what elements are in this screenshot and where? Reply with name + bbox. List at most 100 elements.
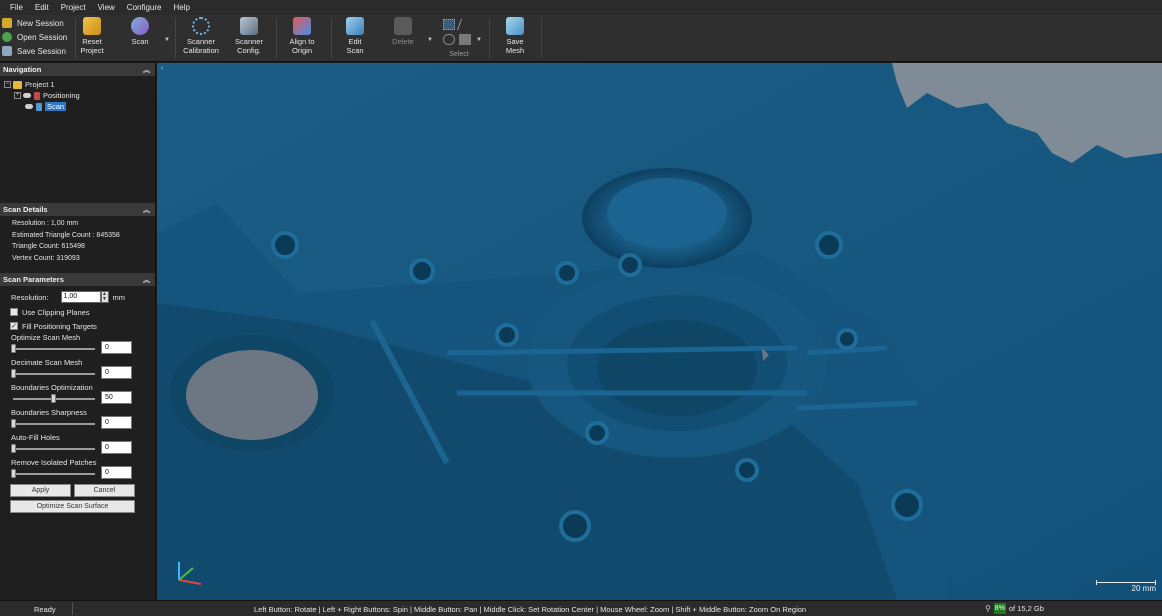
- collapse-navigation-icon[interactable]: ︽: [143, 65, 150, 75]
- memory-indicator: ⚲ 8% of 15,2 Gb: [985, 603, 1044, 614]
- reset-project-button[interactable]: Reset Project: [67, 17, 117, 59]
- resolution-input[interactable]: 1,00: [60, 291, 101, 303]
- project-icon: [13, 80, 22, 89]
- scanner-calibration-button[interactable]: Scanner Calibration: [176, 17, 226, 59]
- align-origin-icon: [293, 17, 311, 35]
- slider-thumb[interactable]: [11, 344, 16, 353]
- slider-track[interactable]: [13, 348, 95, 350]
- boundaries-sharpness-value[interactable]: 0: [101, 416, 132, 429]
- remove-isolated-patches-value[interactable]: 0: [101, 466, 132, 479]
- slider-track[interactable]: [13, 423, 95, 425]
- scan-dropdown-caret-icon[interactable]: ▼: [164, 37, 170, 43]
- scanner-calibration-label-1: Scanner: [187, 37, 215, 46]
- scan-parameters-header[interactable]: Scan Parameters ︽: [0, 273, 155, 286]
- resolution-spinner[interactable]: ▲ ▼: [100, 291, 109, 303]
- freeform-select-icon[interactable]: [443, 34, 455, 45]
- auto-fill-holes-value[interactable]: 0: [101, 441, 132, 454]
- tree-item-scan[interactable]: Scan: [25, 101, 67, 112]
- apply-button[interactable]: Apply: [10, 484, 71, 497]
- menu-project[interactable]: Project: [55, 0, 92, 15]
- scan-details-title: Scan Details: [3, 205, 48, 214]
- scan-details-header[interactable]: Scan Details ︽: [0, 203, 155, 216]
- slider-track[interactable]: [13, 473, 95, 475]
- new-session-button[interactable]: New Session: [2, 16, 72, 30]
- apply-cancel-row: Apply Cancel: [0, 483, 155, 500]
- rectangle-select-icon[interactable]: [443, 19, 455, 30]
- cancel-button[interactable]: Cancel: [74, 484, 135, 497]
- slider-thumb[interactable]: [11, 369, 16, 378]
- slider-thumb[interactable]: [11, 469, 16, 478]
- 3d-viewport[interactable]: ‹ 20 mm: [157, 63, 1162, 600]
- select-dropdown-caret-icon[interactable]: ▼: [476, 37, 482, 43]
- slider-thumb[interactable]: [11, 444, 16, 453]
- menu-view[interactable]: View: [92, 0, 121, 15]
- scan-details-body: Resolution : 1,00 mm Estimated Triangle …: [0, 216, 155, 273]
- memory-icon: ⚲: [985, 604, 991, 613]
- vertex-count: Vertex Count: 319093: [12, 254, 80, 262]
- scanner-calibration-label-2: Calibration: [183, 46, 219, 55]
- optimize-row: Optimize Scan Surface: [0, 500, 155, 517]
- resolution-label: Resolution:: [11, 292, 49, 302]
- layer-select-icon[interactable]: [459, 34, 471, 45]
- optimize-scan-mesh-value[interactable]: 0: [101, 341, 132, 354]
- save-mesh-label-1: Save: [506, 37, 524, 46]
- scanned-mesh[interactable]: [157, 63, 1162, 600]
- menu-edit[interactable]: Edit: [29, 0, 55, 15]
- slider-thumb[interactable]: [11, 419, 16, 428]
- menu-file[interactable]: File: [4, 0, 29, 15]
- fill-targets-row[interactable]: ✓ Fill Positioning Targets: [0, 319, 155, 333]
- fill-positioning-targets-checkbox[interactable]: ✓: [10, 322, 18, 330]
- estimated-triangle-count: Estimated Triangle Count : 845358: [12, 231, 120, 239]
- viewport-collapse-icon[interactable]: ‹: [161, 65, 163, 72]
- use-clipping-planes-checkbox[interactable]: [10, 308, 18, 316]
- slider-track[interactable]: [13, 373, 95, 375]
- status-bar: Ready Left Button: Rotate | Left + Right…: [0, 600, 1162, 616]
- use-clipping-planes-row[interactable]: Use Clipping Planes: [0, 305, 155, 319]
- mouse-controls-hint: Left Button: Rotate | Left + Right Butto…: [254, 605, 807, 614]
- save-mesh-button[interactable]: Save Mesh: [490, 17, 540, 59]
- expand-positioning-icon[interactable]: +: [14, 92, 21, 99]
- collapse-scan-details-icon[interactable]: ︽: [143, 205, 150, 215]
- tree-item-positioning[interactable]: + Positioning: [14, 90, 80, 101]
- expand-project-icon[interactable]: −: [4, 81, 11, 88]
- slider-track[interactable]: [13, 448, 95, 450]
- scan-button[interactable]: Scan: [115, 17, 165, 59]
- visibility-eye-icon[interactable]: [25, 104, 33, 109]
- save-session-button[interactable]: Save Session: [2, 44, 72, 58]
- scan-node-icon: [36, 102, 42, 111]
- delete-button[interactable]: Delete: [378, 17, 428, 59]
- edit-scan-button[interactable]: Edit Scan: [330, 17, 380, 59]
- edit-scan-label-1: Edit: [348, 37, 362, 46]
- menu-configure[interactable]: Configure: [121, 0, 168, 15]
- scanner-config-label-1: Scanner: [235, 37, 263, 46]
- positioning-label: Positioning: [43, 91, 80, 100]
- fill-positioning-targets-label: Fill Positioning Targets: [22, 321, 97, 331]
- boundaries-sharpness-control: Boundaries Sharpness 0: [0, 408, 155, 433]
- scale-bar-label: 20 mm: [1131, 584, 1156, 593]
- axis-triad-icon: [178, 562, 202, 585]
- scale-bar-tick-left: [1096, 580, 1097, 585]
- align-to-origin-button[interactable]: Align to Origin: [277, 17, 327, 59]
- boundaries-optimization-value[interactable]: 50: [101, 391, 132, 404]
- navigation-tree: − Project 1 + Positioning Scan: [0, 76, 155, 203]
- reset-project-label-2: Project: [80, 46, 104, 55]
- slider-thumb[interactable]: [51, 394, 56, 403]
- open-session-label: Open Session: [17, 32, 68, 42]
- reset-project-icon: [83, 17, 101, 35]
- scanner-config-icon: [240, 17, 258, 35]
- visibility-eye-icon[interactable]: [23, 93, 31, 98]
- left-panel: Navigation ︽ − Project 1 + Positioning S…: [0, 63, 156, 600]
- optimize-scan-surface-button[interactable]: Optimize Scan Surface: [10, 500, 135, 513]
- decimate-scan-mesh-value[interactable]: 0: [101, 366, 132, 379]
- delete-dropdown-caret-icon[interactable]: ▼: [427, 37, 433, 43]
- collapse-scan-parameters-icon[interactable]: ︽: [143, 275, 150, 285]
- lasso-select-icon[interactable]: [456, 19, 474, 30]
- open-session-button[interactable]: Open Session: [2, 30, 72, 44]
- tree-item-project[interactable]: − Project 1: [4, 79, 55, 90]
- scan-parameters-title: Scan Parameters: [3, 275, 64, 284]
- navigation-header[interactable]: Navigation ︽: [0, 63, 155, 76]
- menu-help[interactable]: Help: [167, 0, 195, 15]
- scanner-config-button[interactable]: Scanner Config.: [224, 17, 274, 59]
- new-session-label: New Session: [17, 18, 64, 28]
- scale-bar-line: [1096, 582, 1156, 583]
